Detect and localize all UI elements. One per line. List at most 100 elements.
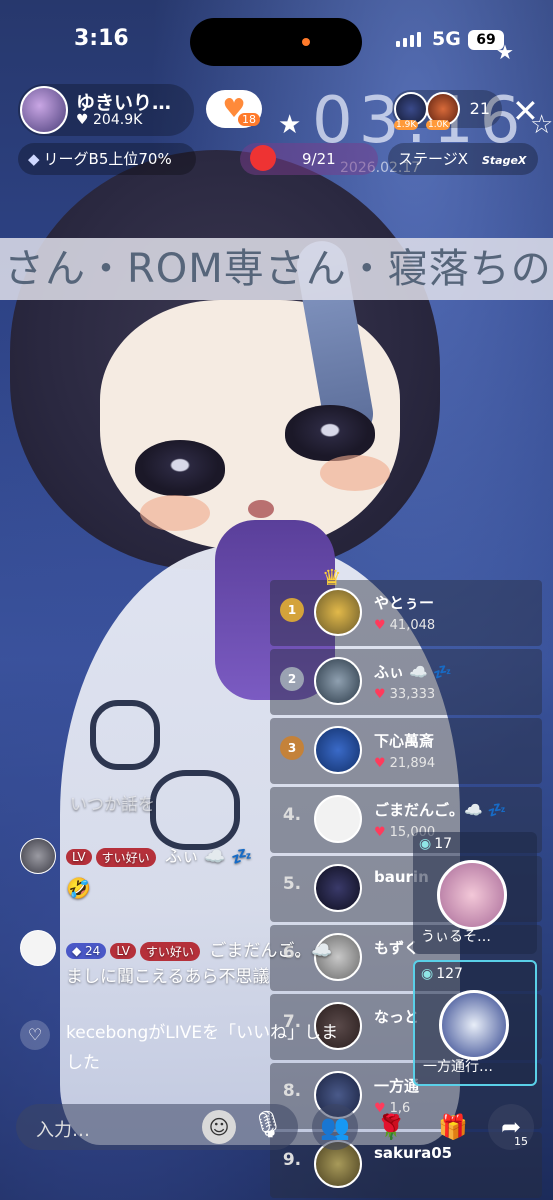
star-icon: ★ (278, 110, 302, 140)
viewers-bar[interactable]: 1.9K 1.0K 21 (392, 90, 502, 130)
gift-icon[interactable]: 🎁 (430, 1104, 476, 1150)
signal-icon (396, 32, 421, 47)
avatar-bow (150, 770, 240, 850)
host-avatar[interactable] (20, 86, 68, 134)
avatar-blush (320, 455, 390, 491)
diamond-icon: ◆ (28, 150, 40, 168)
ranking-row[interactable]: 2 ふぃ ☁️ 💤 ♥ 33,333 (270, 649, 542, 715)
system-message: ♡ kecebongがLIVEを「いいね」しま した (20, 1018, 420, 1078)
ranking-score-value: 33,333 (389, 687, 436, 702)
microphone-icon[interactable]: 🎙 (251, 1110, 284, 1140)
heart-icon: ♥ (374, 687, 386, 702)
comment-avatar[interactable] (20, 930, 56, 966)
comment-input-placeholder: 入力… (36, 1120, 90, 1141)
stage-text: ステージX (398, 150, 468, 168)
follow-badge: 18 (238, 113, 260, 126)
bronze-medal-icon: 3 (280, 736, 304, 760)
room-name: うぃるそ… (421, 929, 491, 945)
stage-pill[interactable]: ステージX StageX (388, 143, 538, 175)
share-count: 15 (514, 1135, 528, 1148)
ranking-score: ♥ 41,048 (374, 618, 435, 633)
heart-icon: ♥ (374, 756, 386, 771)
ranking-number: 4. (282, 805, 302, 825)
ranking-score: ♥ 21,894 (374, 756, 435, 771)
collab-icon[interactable]: 👥 (312, 1104, 358, 1150)
ranking-name: 下心萬斎 (374, 732, 435, 750)
comment-text: ごまだんご。☁️ (209, 941, 333, 961)
follow-button[interactable]: ♥ 18 (206, 90, 262, 128)
ranking-number: 9. (282, 1150, 302, 1170)
event-progress: 9/21 (302, 150, 336, 168)
event-pill[interactable]: 9/21 (240, 143, 378, 175)
top-viewer-label: 1.9K (394, 120, 419, 130)
league-pill[interactable]: ◆ リーグB5上位70% (18, 143, 196, 175)
ranking-avatar[interactable] (314, 864, 362, 912)
ranking-avatar[interactable] (314, 657, 362, 705)
heart-outline-icon: ♡ (20, 1020, 50, 1050)
ranking-avatar[interactable] (314, 726, 362, 774)
fan-badge: すい好い (95, 847, 156, 867)
avatar-blush (140, 495, 210, 531)
rose-gift-icon[interactable]: 🌹 (368, 1104, 414, 1150)
ranking-avatar[interactable] (314, 588, 362, 636)
heart-icon: ♥ (374, 825, 386, 840)
host-info[interactable]: ゆきいり… ♥ 204.9K (18, 84, 194, 136)
comment-text-line2: ましに聞こえるあら不思議 (66, 967, 270, 987)
avatar-eye (135, 440, 225, 496)
fan-badge: すい好い (139, 941, 200, 961)
room-viewer-count: ◉ 17 (419, 836, 452, 852)
level-number: 24 (85, 944, 101, 958)
heart-icon: ♥ (76, 112, 94, 128)
ranking-score-value: 41,048 (389, 618, 436, 633)
level-badge: LV (66, 849, 92, 865)
comment-avatar[interactable] (20, 838, 56, 874)
emoji-icon[interactable]: ☺ (202, 1110, 236, 1144)
avatar-mouth (248, 500, 274, 518)
status-time: 3:16 (74, 26, 129, 51)
room-avatar (437, 860, 507, 930)
room-avatar (439, 990, 509, 1060)
comment-emoji: 🤣 (66, 876, 91, 900)
chat-comment: LV すい好い ふぃ ☁️ 💤 (66, 842, 252, 867)
silver-medal-icon: 2 (280, 667, 304, 691)
ranking-avatar[interactable] (314, 795, 362, 843)
level-badge: ◆ 24 (66, 943, 107, 959)
network-type: 5G (432, 28, 461, 50)
close-icon[interactable]: ✕ (512, 92, 539, 130)
status-bar: 3:16 5G 69 (0, 0, 553, 70)
live-room-card[interactable]: ◉ 127 一方通行… (413, 960, 537, 1086)
ranking-row[interactable]: 3 下心萬斎 ♥ 21,894 (270, 718, 542, 784)
chat-comment-faded: いつか話を (70, 795, 155, 815)
top-viewer-avatar[interactable]: 1.0K (426, 92, 460, 130)
viewer-icon: ◉ (419, 836, 432, 852)
ranking-name: やとぅー (374, 594, 435, 612)
ranking-name: ごまだんご。☁️ 💤 (374, 801, 507, 819)
avatar-eye (285, 405, 375, 461)
top-viewer-avatar[interactable]: 1.9K (394, 92, 428, 130)
chat-comment: ◆ 24 LV すい好い ごまだんご。☁️ (66, 936, 333, 961)
system-message-line1: kecebongがLIVEを「いいね」しま (66, 1023, 339, 1043)
ranking-name: ふぃ ☁️ 💤 (374, 663, 452, 681)
host-likes-count: 204.9K (93, 112, 143, 128)
live-room-card[interactable]: ◉ 17 うぃるそ… (413, 832, 537, 954)
avatar-bow (90, 700, 160, 770)
share-icon[interactable]: ➦ 15 (488, 1104, 534, 1150)
league-text: リーグB5上位70% (43, 150, 172, 168)
stream-banner: さん・ROM専さん・寝落ちの (0, 238, 553, 300)
room-name: 一方通行… (423, 1059, 493, 1075)
room-viewer-count-value: 17 (434, 836, 453, 852)
host-likes: ♥ 204.9K (76, 112, 142, 128)
ranking-score-value: 21,894 (389, 756, 436, 771)
stage-logo: StageX (481, 154, 527, 167)
ranking-row[interactable]: 1 ♛ やとぅー ♥ 41,048 (270, 566, 542, 646)
ranking-number: 5. (282, 874, 302, 894)
room-viewer-count: ◉ 127 (421, 966, 463, 982)
ranking-number: 8. (282, 1081, 302, 1101)
viewer-count: 21 (469, 99, 490, 118)
viewer-icon: ◉ (421, 966, 434, 982)
recording-dot-icon (302, 38, 310, 46)
dynamic-island (190, 18, 362, 66)
event-mascot-icon (250, 145, 276, 171)
comment-input[interactable]: 入力… ☺ 🎙 (16, 1104, 298, 1150)
gold-medal-icon: 1 (280, 598, 304, 622)
